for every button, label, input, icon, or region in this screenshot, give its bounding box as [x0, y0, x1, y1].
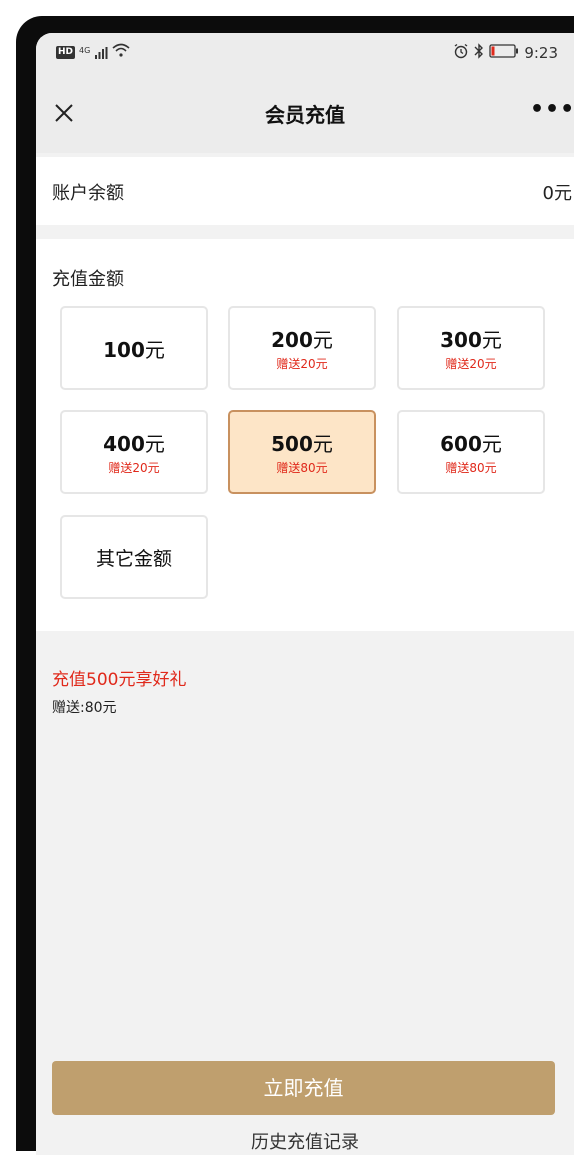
amount-option-other[interactable]: 其它金额: [60, 515, 208, 599]
bonus-label: 赠送80元: [276, 461, 328, 475]
recharge-now-button[interactable]: 立即充值: [52, 1061, 555, 1115]
alarm-icon: [453, 43, 469, 63]
clock-time: 9:23: [524, 44, 558, 62]
bonus-label: 赠送80元: [445, 461, 497, 475]
status-bar: HD 4G 9:23: [36, 33, 574, 73]
amount-option-100[interactable]: 100元: [60, 306, 208, 390]
amount-option-500[interactable]: 500元 赠送80元: [228, 410, 376, 494]
phone-frame: HD 4G 9:23 会员充值 ••• 账户余额 0元 充值金额 100元 20…: [16, 16, 574, 1155]
balance-value: 0元: [542, 183, 572, 204]
bluetooth-icon: [474, 43, 484, 63]
recharge-amount-title: 充值金额: [52, 269, 124, 290]
bonus-label: 赠送20元: [445, 357, 497, 371]
bonus-label: 赠送20元: [276, 357, 328, 371]
amount-option-300[interactable]: 300元 赠送20元: [397, 306, 545, 390]
account-balance-row: 账户余额 0元: [36, 157, 574, 225]
more-options-icon[interactable]: •••: [530, 95, 574, 131]
balance-label: 账户余额: [52, 183, 124, 204]
promo-title: 充值500元享好礼: [52, 670, 187, 690]
signal-icon: 4G: [79, 46, 108, 59]
screen: HD 4G 9:23 会员充值 ••• 账户余额 0元 充值金额 100元 20…: [36, 33, 574, 1155]
hd-badge-icon: HD: [56, 45, 76, 59]
page-title: 会员充值: [265, 103, 345, 127]
promo-detail: 赠送:80元: [52, 700, 117, 716]
nav-bar: 会员充值 •••: [36, 73, 574, 153]
amount-option-200[interactable]: 200元 赠送20元: [228, 306, 376, 390]
recharge-amount-section: 充值金额 100元 200元 赠送20元 300元 赠送20元 400元 赠送2…: [36, 239, 574, 631]
amount-option-400[interactable]: 400元 赠送20元: [60, 410, 208, 494]
wifi-icon: [112, 43, 130, 61]
bonus-label: 赠送20元: [108, 461, 160, 475]
recharge-history-link[interactable]: 历史充值记录: [36, 1128, 574, 1154]
battery-icon: [489, 44, 519, 62]
amount-option-600[interactable]: 600元 赠送80元: [397, 410, 545, 494]
